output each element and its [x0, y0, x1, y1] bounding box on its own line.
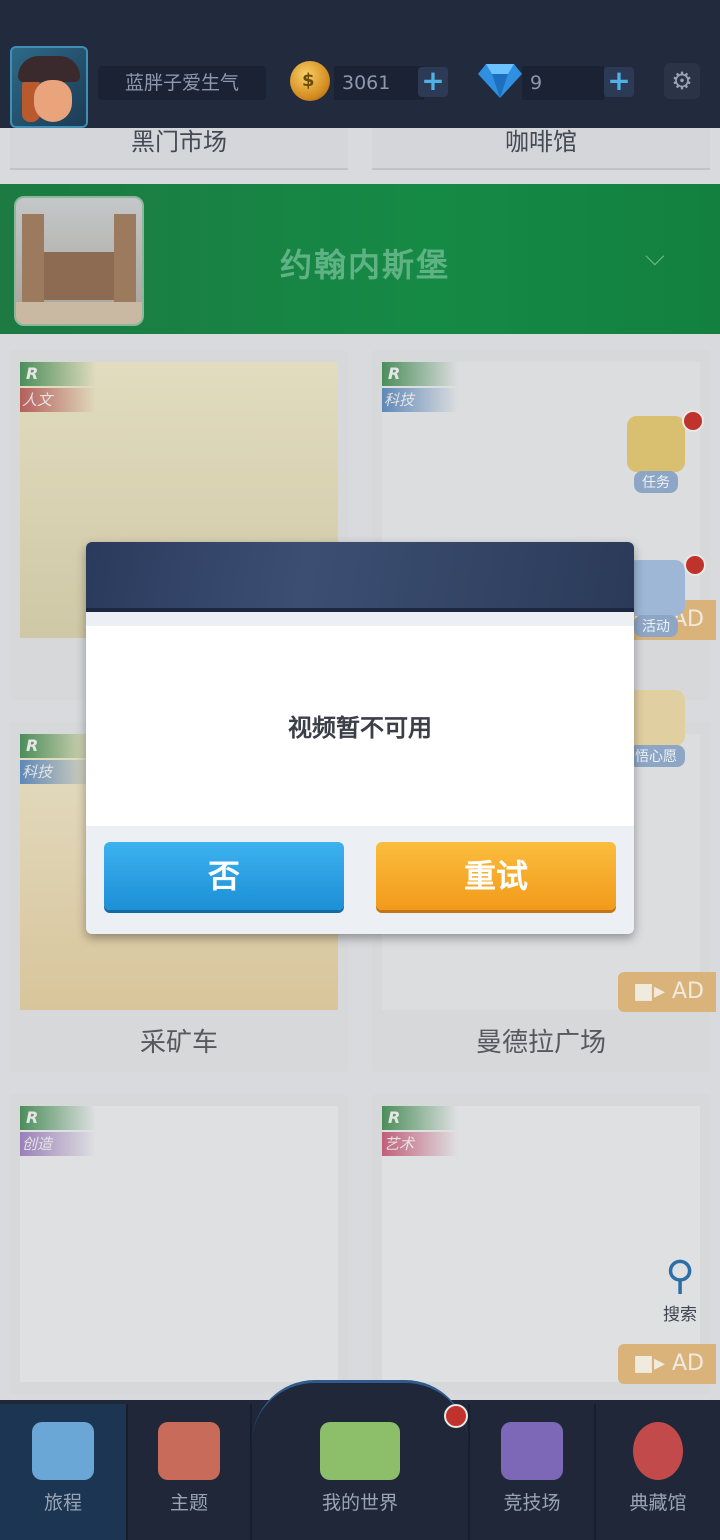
city-title: 约翰内斯堡 — [279, 246, 450, 284]
nav-arena[interactable]: 竞技场 — [470, 1404, 594, 1540]
card-black-market[interactable]: 黑门市场 — [10, 128, 348, 170]
house-icon — [158, 1422, 220, 1480]
events-label: 活动 — [634, 615, 678, 637]
search-label: 搜索 — [663, 1305, 697, 1325]
nav-my-world[interactable]: 我的世界 — [252, 1404, 468, 1540]
video-camera-icon: ■▸ — [633, 979, 672, 1004]
card-label: 曼德拉广场 — [475, 1028, 606, 1058]
add-coins-button[interactable]: + — [418, 67, 448, 97]
clipboard-icon — [627, 416, 685, 472]
video-camera-icon: ■▸ — [633, 1351, 672, 1376]
username: 蓝胖子爱生气 — [98, 66, 266, 100]
card-cafe[interactable]: 咖啡馆 — [372, 128, 710, 170]
rank-badge: R — [382, 1106, 458, 1130]
no-button[interactable]: 否 — [104, 842, 344, 910]
camera-icon — [32, 1422, 94, 1480]
shield-icon — [501, 1422, 563, 1480]
notification-dot — [444, 1404, 468, 1428]
rank-badge: R — [382, 362, 458, 386]
pencil-icon — [627, 690, 685, 746]
search-icon: ⚲ — [665, 1253, 695, 1299]
category-badge: 人文 — [20, 388, 96, 412]
island-icon — [320, 1422, 400, 1480]
wish-label: 悟心愿 — [627, 745, 685, 767]
city-thumbnail — [14, 196, 144, 326]
chevron-down-icon[interactable]: ⌵ — [645, 242, 665, 273]
nav-theme[interactable]: 主题 — [128, 1404, 250, 1540]
card-label: 黑门市场 — [131, 128, 227, 156]
notification-dot — [682, 410, 704, 432]
ad-label: AD — [672, 1351, 704, 1376]
category-badge: 创造 — [20, 1132, 96, 1156]
ad-label: AD — [672, 979, 704, 1004]
category-badge: 科技 — [20, 760, 96, 784]
nav-my-world-label: 我的世界 — [321, 1492, 398, 1514]
category-badge: 艺术 — [382, 1132, 458, 1156]
card-label: 采矿车 — [139, 1028, 218, 1058]
nav-collection-label: 典藏馆 — [629, 1492, 687, 1514]
coin-count: 3061 — [334, 66, 424, 100]
add-gems-button[interactable]: + — [604, 67, 634, 97]
dialog-header — [86, 542, 634, 612]
nav-collection[interactable]: 典藏馆 — [596, 1404, 720, 1540]
ad-badge[interactable]: ■▸ AD — [618, 1344, 716, 1384]
dialog-message: 视频暂不可用 — [288, 714, 432, 742]
notification-dot — [684, 554, 706, 576]
medal-icon — [633, 1422, 683, 1480]
rank-badge: R — [20, 1106, 96, 1130]
card-label: 咖啡馆 — [505, 128, 577, 156]
category-badge: 科技 — [382, 388, 458, 412]
rank-badge: R — [20, 362, 96, 386]
nav-arena-label: 竞技场 — [503, 1492, 561, 1514]
search-button[interactable]: ⚲ 搜索 — [640, 1252, 720, 1325]
coin-icon: $ — [290, 61, 330, 101]
nav-journey[interactable]: 旅程 — [0, 1404, 126, 1540]
nav-theme-label: 主题 — [169, 1492, 208, 1514]
rank-badge: R — [20, 734, 96, 758]
diamond-icon — [478, 64, 522, 98]
ad-badge[interactable]: ■▸ AD — [618, 972, 716, 1012]
tasks-label: 任务 — [634, 471, 678, 493]
gem-count: 9 — [522, 66, 604, 100]
hourglass-icon — [627, 560, 685, 616]
gear-icon[interactable]: ⚙ — [664, 63, 700, 99]
avatar[interactable] — [10, 46, 88, 128]
nav-journey-label: 旅程 — [43, 1492, 82, 1514]
tasks-button[interactable]: 任务 — [620, 416, 692, 493]
building-card[interactable]: R 创造 — [10, 1094, 348, 1394]
retry-button[interactable]: 重试 — [376, 842, 616, 910]
